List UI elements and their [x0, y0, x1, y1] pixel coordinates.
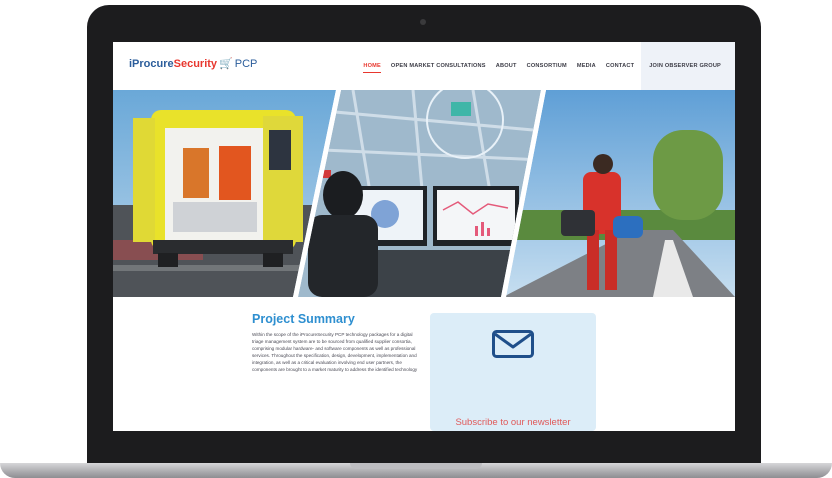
hero-collage — [113, 90, 735, 297]
envelope-icon — [492, 330, 534, 363]
nav-home[interactable]: HOME — [358, 42, 386, 90]
nav-join-observer-group[interactable]: JOIN OBSERVER GROUP — [641, 42, 735, 90]
nav-consortium[interactable]: CONSORTIUM — [522, 42, 572, 90]
site-header: iProcureSecurity 🛒 PCP HOME OPEN MARKET CO… — [113, 42, 735, 90]
newsletter-label[interactable]: Subscribe to our newsletter — [430, 417, 596, 428]
webcam — [420, 19, 426, 25]
website-screen: iProcureSecurity 🛒 PCP HOME OPEN MARKET CO… — [113, 42, 735, 431]
nav-open-market-consultations[interactable]: OPEN MARKET CONSULTATIONS — [386, 42, 491, 90]
logo-text-security: Security — [173, 58, 218, 70]
laptop-notch — [350, 463, 482, 469]
main-nav: HOME OPEN MARKET CONSULTATIONS ABOUT CON… — [358, 42, 735, 90]
site-logo[interactable]: iProcureSecurity 🛒 PCP — [129, 57, 257, 70]
logo-text-iprocure: iProcure — [129, 58, 174, 70]
logo-text-pcp: PCP — [234, 58, 258, 70]
project-summary-title: Project Summary — [252, 312, 355, 326]
nav-about[interactable]: ABOUT — [491, 42, 522, 90]
project-summary-text: Within the scope of the iProcureSecurity… — [252, 332, 418, 372]
newsletter-box[interactable]: Subscribe to our newsletter — [430, 313, 596, 431]
cart-icon: 🛒 — [219, 58, 233, 70]
nav-contact[interactable]: CONTACT — [601, 42, 639, 90]
nav-media[interactable]: MEDIA — [572, 42, 601, 90]
